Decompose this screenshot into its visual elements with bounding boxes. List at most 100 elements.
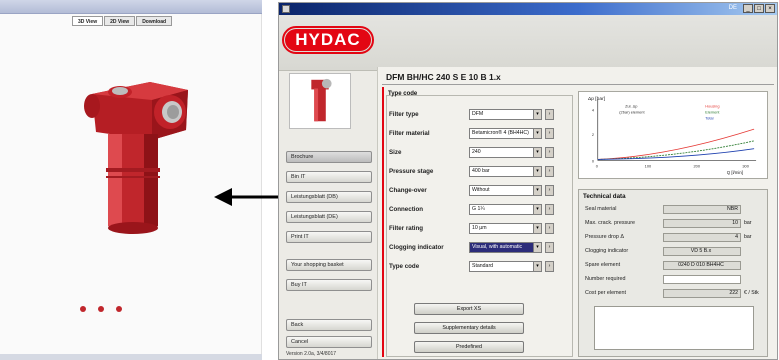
info-button[interactable]: › [545, 242, 554, 253]
accent-strip [382, 87, 384, 357]
supplementary-details-button[interactable]: Supplementary details [414, 322, 524, 334]
type-code-heading: Type code [388, 91, 418, 97]
connection-select[interactable]: G 1¼ ▾ [469, 204, 542, 215]
field-label: Change-over [389, 187, 427, 194]
chevron-down-icon[interactable]: ▾ [533, 167, 541, 176]
notes-textarea[interactable] [594, 306, 754, 350]
minimize-icon[interactable]: _ [743, 4, 753, 13]
3d-viewer[interactable]: 3D View 2D View Download [0, 0, 262, 360]
legend-left-2: (2bar) element [619, 110, 645, 115]
select-value: Without [472, 187, 490, 193]
td-value: 222 [663, 289, 741, 298]
filter-material-select[interactable]: Betamicron® 4 (BH4HC) ▾ [469, 128, 542, 139]
maximize-icon[interactable]: □ [754, 4, 764, 13]
version-label: Version 2.0a, 3/4/8017 [286, 351, 337, 357]
filter-type-select[interactable]: DFM ▾ [469, 109, 542, 120]
td-label: Max. crack. pressure [585, 220, 636, 226]
chevron-down-icon[interactable]: ▾ [533, 205, 541, 214]
chart-ylabel: Δp [bar] [588, 96, 605, 102]
title-divider [382, 84, 774, 85]
tab-download[interactable]: Download [136, 16, 173, 26]
datasheet-db-button[interactable]: Leistungsblatt (DB) [286, 191, 372, 203]
chevron-down-icon[interactable]: ▾ [533, 129, 541, 138]
x-tick: 100 [645, 163, 652, 168]
td-unit: € / Stk [744, 290, 759, 296]
info-button[interactable]: › [545, 204, 554, 215]
arrow-left-icon [214, 188, 278, 206]
clogging-indicator-select[interactable]: Visual, with automatic ▾ [469, 242, 542, 253]
chart-xlabel: Q [l/min] [727, 170, 743, 175]
shopping-basket-button[interactable]: Your shopping basket [286, 259, 372, 271]
brand-header: HYDAC [279, 15, 777, 71]
td-unit: bar [744, 234, 752, 240]
language-indicator: DE [728, 5, 737, 11]
x-tick: 200 [694, 163, 701, 168]
chevron-down-icon[interactable]: ▾ [533, 186, 541, 195]
td-label: Number required [585, 276, 626, 282]
technical-data-heading: Technical data [583, 193, 626, 200]
brochure-button[interactable]: Brochure [286, 151, 372, 163]
thumbnail-dot[interactable] [80, 306, 86, 312]
info-button[interactable]: › [545, 185, 554, 196]
hydac-logo: HYDAC [285, 29, 371, 51]
field-label: Pressure stage [389, 168, 434, 175]
legend-left-1: Zul. Δp [625, 104, 637, 109]
select-value: G 1¼ [472, 206, 485, 212]
td-label: Spare element [585, 262, 621, 268]
print-it-button[interactable]: Print IT [286, 231, 372, 243]
pressure-stage-select[interactable]: 400 bar ▾ [469, 166, 542, 177]
export-button[interactable]: Export XS [414, 303, 524, 315]
legend-housing: Housing [705, 104, 719, 109]
cancel-button[interactable]: Cancel [286, 336, 372, 348]
select-value: Visual, with automatic [472, 244, 523, 250]
field-label: Filter type [389, 111, 419, 118]
window-titlebar[interactable]: DE _ □ × [279, 3, 777, 15]
select-value: 400 bar [472, 168, 490, 174]
chevron-down-icon[interactable]: ▾ [533, 110, 541, 119]
chevron-down-icon[interactable]: ▾ [533, 148, 541, 157]
product-title: DFM BH/HC 240 S E 10 B 1.x [386, 72, 501, 82]
number-required-input[interactable] [663, 275, 741, 284]
predefined-button[interactable]: Predefined [414, 341, 524, 353]
chevron-down-icon[interactable]: ▾ [533, 224, 541, 233]
thumbnail-dot[interactable] [116, 306, 122, 312]
info-button[interactable]: › [545, 128, 554, 139]
datasheet-de-button[interactable]: Leistungsblatt (DE) [286, 211, 372, 223]
main-panel: DFM BH/HC 240 S E 10 B 1.x Type code Fil… [377, 67, 777, 359]
back-button[interactable]: Back [286, 319, 372, 331]
select-value: DFM [472, 111, 484, 117]
info-button[interactable]: › [545, 166, 554, 177]
select-value: 240 [472, 149, 481, 155]
legend-element: Element [705, 110, 720, 115]
td-value: VD 5 B.x [663, 247, 741, 256]
info-button[interactable]: › [545, 147, 554, 158]
info-button[interactable]: › [545, 223, 554, 234]
y-tick: 2 [592, 132, 594, 137]
buy-it-button[interactable]: Buy IT [286, 279, 372, 291]
info-button[interactable]: › [545, 261, 554, 272]
x-tick: 300 [742, 163, 749, 168]
app-icon [282, 5, 290, 13]
td-label: Clogging indicator [585, 248, 629, 254]
thumbnail-dot[interactable] [98, 306, 104, 312]
tab-2d-view[interactable]: 2D View [104, 16, 136, 26]
viewer-thumbnail-dots [80, 306, 122, 312]
bin-it-button[interactable]: Bin IT [286, 171, 372, 183]
filter-3d-model[interactable] [78, 76, 198, 246]
size-select[interactable]: 240 ▾ [469, 147, 542, 158]
chevron-down-icon[interactable]: ▾ [533, 243, 541, 252]
type-code-select[interactable]: Standard ▾ [469, 261, 542, 272]
legend-total: Total [705, 115, 713, 120]
td-value: 4 [663, 233, 741, 242]
product-thumbnail [289, 73, 351, 129]
td-label: Cost per element [585, 290, 627, 296]
close-icon[interactable]: × [765, 4, 775, 13]
tab-3d-view[interactable]: 3D View [72, 16, 104, 26]
select-value: 10 µm [472, 225, 487, 231]
change-over-select[interactable]: Without ▾ [469, 185, 542, 196]
field-label: Connection [389, 206, 424, 213]
info-button[interactable]: › [545, 109, 554, 120]
chevron-down-icon[interactable]: ▾ [533, 262, 541, 271]
td-value: NBR [663, 205, 741, 214]
filter-rating-select[interactable]: 10 µm ▾ [469, 223, 542, 234]
